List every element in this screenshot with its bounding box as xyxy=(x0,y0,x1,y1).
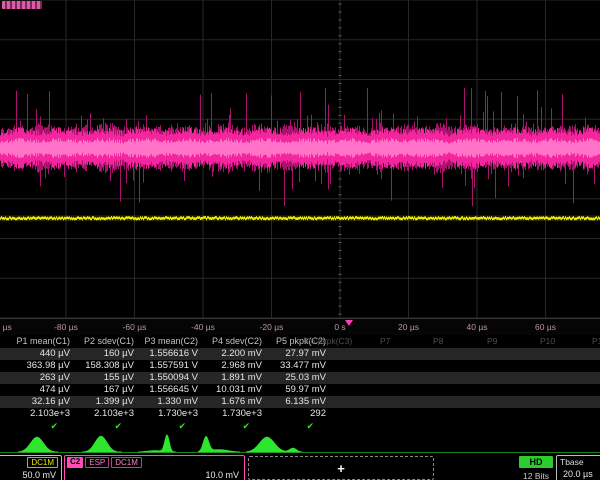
time-axis-label: -40 µs xyxy=(191,322,215,332)
measurement-cell: 1.556616 V xyxy=(142,348,206,360)
time-axis-label: 60 µs xyxy=(535,322,556,332)
measurement-cell: 59.97 mV xyxy=(270,384,334,396)
timebase-scale: 20.0 µs xyxy=(557,467,600,479)
status-check-icon: ✔ xyxy=(14,420,78,432)
measurement-cell: 1.556645 V xyxy=(142,384,206,396)
channel1-descriptor[interactable]: DC1M 50.0 mV xyxy=(0,455,62,480)
hd-mode-badge[interactable]: HD xyxy=(519,456,553,468)
measurement-cell: 440 µV xyxy=(14,348,78,360)
descriptor-bar: DC1M 50.0 mV C2 ESP DC1M 10.0 mV + HD 12… xyxy=(0,455,600,480)
c1-coupling-chip: DC1M xyxy=(27,457,58,468)
measurement-cell: 27.97 mV xyxy=(270,348,334,360)
time-axis-label: -100 µs xyxy=(0,322,12,332)
measurement-cell: 292 xyxy=(270,408,334,420)
time-axis-label: -20 µs xyxy=(260,322,284,332)
measurement-cell: 160 µV xyxy=(78,348,142,360)
status-check-icon: ✔ xyxy=(270,420,334,432)
measurement-cell: 1.730e+3 xyxy=(206,408,270,420)
measurement-cell: 1.676 mV xyxy=(206,396,270,408)
measurement-cell: 25.03 mV xyxy=(270,372,334,384)
param-header-inactive-P8[interactable]: P8 xyxy=(433,335,443,348)
param-header-P4[interactable]: P4 sdev(C2) xyxy=(206,335,270,348)
measurement-cell: 1.557591 V xyxy=(142,360,206,372)
measurement-cell: 32.16 µV xyxy=(14,396,78,408)
parameter-histicon xyxy=(138,435,176,453)
time-axis-label: -80 µs xyxy=(54,322,78,332)
c2-coupling-chip: DC1M xyxy=(111,457,142,468)
measurement-cell: 2.103e+3 xyxy=(14,408,78,420)
measurement-cell: 2.103e+3 xyxy=(78,408,142,420)
c1-vertical-scale: 50.0 mV xyxy=(0,468,61,480)
status-check-icon: ✔ xyxy=(142,420,206,432)
c2-vertical-scale: 10.0 mV xyxy=(65,468,244,480)
trace-label-badge[interactable] xyxy=(2,1,42,9)
measurement-cell: 10.031 mV xyxy=(206,384,270,396)
time-axis: -100 µs -80 µs -60 µs -40 µs -20 µs 0 s 20 µs 4… xyxy=(0,319,600,335)
parameter-histicon xyxy=(198,436,240,452)
time-axis-label: 0 s xyxy=(334,322,345,332)
status-check-icon: ✔ xyxy=(78,420,142,432)
time-axis-label: 40 µs xyxy=(467,322,488,332)
parameter-histicon xyxy=(82,436,122,452)
timebase-label: Tbase xyxy=(557,456,600,467)
trigger-position-marker[interactable] xyxy=(345,320,353,326)
status-check-icon: ✔ xyxy=(206,420,270,432)
c2-channel-chip: C2 xyxy=(67,457,83,468)
hd-bits-label: 12 Bits xyxy=(519,468,553,480)
measurement-table: P1 mean(C1)P2 sdev(C1)P3 mean(C2)P4 sdev… xyxy=(0,335,600,432)
measurement-cell: 2.200 mV xyxy=(206,348,270,360)
measurement-cell: 263 µV xyxy=(14,372,78,384)
measurement-cell: 6.135 mV xyxy=(270,396,334,408)
measurement-cell: 1.730e+3 xyxy=(142,408,206,420)
hd-mode-indicator: HD 12 Bits xyxy=(519,456,553,480)
parameter-histograms xyxy=(0,432,600,455)
parameter-histicon xyxy=(18,437,58,452)
measurement-cell: 155 µV xyxy=(78,372,142,384)
param-header-P3[interactable]: P3 mean(C2) xyxy=(142,335,206,348)
measurement-cell: 1.399 µV xyxy=(78,396,142,408)
param-header-inactive-P6[interactable]: P6 pkpk(C3) xyxy=(305,335,352,348)
channel2-descriptor[interactable]: C2 ESP DC1M 10.0 mV xyxy=(64,455,245,480)
measurement-cell: 167 µV xyxy=(78,384,142,396)
c2-esp-chip: ESP xyxy=(85,457,109,468)
timebase-descriptor[interactable]: Tbase 20.0 µs xyxy=(556,455,600,480)
plus-icon: + xyxy=(337,462,345,475)
measurement-cell: 2.968 mV xyxy=(206,360,270,372)
param-header-P1[interactable]: P1 mean(C1) xyxy=(14,335,78,348)
measurement-cell: 474 µV xyxy=(14,384,78,396)
measurement-cell: 1.330 mV xyxy=(142,396,206,408)
waveform-plot xyxy=(0,0,600,319)
oscilloscope-screen: -100 µs -80 µs -60 µs -40 µs -20 µs 0 s 20 µs 4… xyxy=(0,0,600,480)
measurement-cell: 363.98 µV xyxy=(14,360,78,372)
param-header-inactive-P10[interactable]: P10 xyxy=(540,335,555,348)
measurement-cell: 1.891 mV xyxy=(206,372,270,384)
measurement-cell: 158.308 µV xyxy=(78,360,142,372)
waveform-grid[interactable] xyxy=(0,0,600,319)
param-header-inactive-P9[interactable]: P9 xyxy=(487,335,497,348)
measurement-cell: 1.550094 V xyxy=(142,372,206,384)
param-header-inactive-P11[interactable]: P11 xyxy=(592,335,600,348)
measurement-cell: 33.477 mV xyxy=(270,360,334,372)
add-trace-dropzone[interactable]: + xyxy=(248,456,434,480)
parameter-histicon xyxy=(246,437,302,452)
histicon-row xyxy=(0,432,600,455)
time-axis-label: -60 µs xyxy=(123,322,147,332)
param-header-inactive-P7[interactable]: P7 xyxy=(380,335,390,348)
time-axis-label: 20 µs xyxy=(398,322,419,332)
param-header-P2[interactable]: P2 sdev(C1) xyxy=(78,335,142,348)
